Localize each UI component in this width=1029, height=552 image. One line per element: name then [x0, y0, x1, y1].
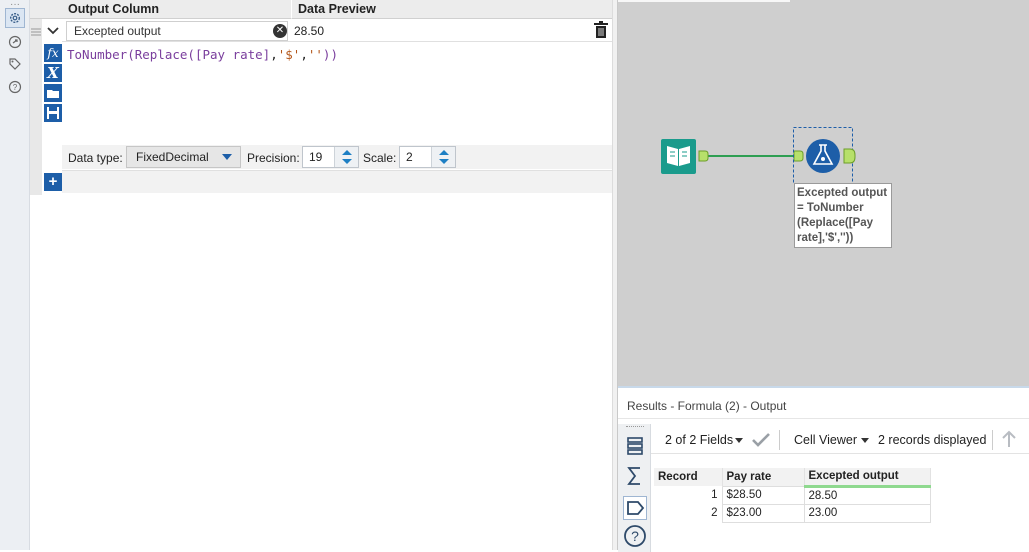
annotation-line: = ToNumber: [797, 202, 864, 214]
expression-close: )): [322, 47, 338, 62]
svg-text:?: ?: [13, 83, 18, 92]
expression-editor[interactable]: ToNumber(Replace([Pay rate],'$','')): [67, 47, 338, 62]
dropdown-arrow-icon[interactable]: [735, 438, 743, 443]
precision-value: 19: [309, 150, 323, 164]
expression-field: [Pay rate]: [194, 47, 271, 62]
formula-tool-icon[interactable]: [806, 139, 840, 173]
tag-icon[interactable]: [5, 54, 25, 74]
data-preview-value: 28.50: [294, 24, 325, 38]
formula-grid: Output Column Data Preview Excepted outp…: [30, 0, 612, 195]
header-output-column: Output Column: [62, 0, 292, 19]
spin-arrows-icon[interactable]: [431, 147, 455, 167]
pay-rate-cell[interactable]: $23.00: [721, 503, 805, 523]
list-view-icon[interactable]: [623, 434, 647, 458]
data-type-value: FixedDecimal: [136, 150, 209, 164]
toolbar-separator: [779, 430, 780, 450]
expression-string: '': [307, 47, 323, 62]
excepted-output-cell[interactable]: 28.50: [803, 485, 931, 505]
summary-icon[interactable]: [623, 464, 647, 488]
results-side-toolbar: ?: [618, 424, 651, 552]
table-row[interactable]: 2 $23.00 23.00: [654, 503, 931, 523]
viewer-selector[interactable]: Cell Viewer: [794, 433, 857, 447]
apply-check-icon[interactable]: [751, 432, 771, 448]
results-title: Results - Formula (2) - Output: [627, 399, 787, 413]
open-folder-icon[interactable]: [44, 84, 62, 102]
collapse-chevron-icon[interactable]: [44, 23, 62, 39]
annotation-line: rate],'$','')): [797, 232, 854, 244]
data-type-dropdown[interactable]: FixedDecimal: [126, 146, 241, 168]
record-count: 2 records displayed: [878, 433, 987, 447]
dropdown-arrow-icon[interactable]: [861, 438, 869, 443]
help-icon[interactable]: ?: [623, 524, 647, 548]
add-formula-button[interactable]: +: [44, 173, 62, 191]
data-view-icon[interactable]: [623, 496, 647, 520]
scroll-top-icon[interactable]: [1001, 430, 1017, 448]
annotation-line: Excepted output: [797, 187, 888, 199]
column-header-pay-rate[interactable]: Pay rate: [722, 468, 805, 486]
formula-output-anchor[interactable]: [843, 148, 856, 164]
toolbar-separator: [992, 430, 993, 450]
functions-icon[interactable]: fx: [44, 44, 62, 62]
record-cell: 1: [711, 489, 718, 501]
results-table: Record Pay rate Excepted output 1 $28.50…: [654, 468, 931, 523]
precision-stepper[interactable]: 19: [302, 146, 359, 168]
add-row-bar: [62, 170, 612, 193]
configuration-icon[interactable]: [5, 8, 25, 28]
save-icon[interactable]: [44, 104, 62, 122]
header-spacer: [30, 0, 62, 19]
dropdown-arrow-icon: [222, 154, 232, 160]
spin-arrows-icon[interactable]: [334, 147, 358, 167]
column-header-excepted-output[interactable]: Excepted output: [804, 468, 931, 488]
results-panel: Results - Formula (2) - Output ? 2 of 2 …: [618, 386, 1029, 552]
left-toolbar: ··· ?: [0, 0, 30, 550]
table-header-row: Record Pay rate Excepted output: [654, 468, 931, 488]
expression-string: '$': [277, 47, 301, 62]
output-anchor[interactable]: [698, 150, 709, 162]
expression-comma: ,: [300, 47, 308, 62]
tool-annotation: Excepted output = ToNumber (Replace([Pay…: [794, 183, 892, 248]
excepted-output-cell[interactable]: 23.00: [803, 503, 931, 523]
fields-selector[interactable]: 2 of 2 Fields: [665, 433, 733, 447]
clear-icon[interactable]: ✕: [273, 24, 287, 38]
data-type-label: Data type:: [68, 151, 123, 165]
precision-label: Precision:: [247, 151, 300, 165]
grip-icon[interactable]: [626, 426, 644, 429]
svg-text:?: ?: [631, 528, 639, 544]
row-divider: [62, 41, 612, 42]
column-header-record[interactable]: Record: [654, 468, 723, 486]
input-anchor[interactable]: [793, 150, 804, 162]
expression-function: ToNumber(: [67, 47, 135, 62]
results-toolbar: 2 of 2 Fields Cell Viewer 2 records disp…: [651, 424, 1029, 454]
data-type-bar: Data type: FixedDecimal Precision: 19 Sc…: [62, 145, 612, 169]
drag-handle-icon[interactable]: [31, 26, 41, 36]
results-divider: [618, 418, 1029, 419]
output-field-name[interactable]: Excepted output: [66, 21, 288, 41]
table-row[interactable]: 1 $28.50 28.50: [654, 485, 931, 505]
pay-rate-cell[interactable]: $28.50: [721, 485, 805, 505]
expression-comma: ,: [270, 47, 278, 62]
expression-function: Replace(: [134, 47, 195, 62]
workflow-canvas[interactable]: Excepted output = ToNumber (Replace([Pay…: [618, 0, 1029, 386]
annotation-line: (Replace([Pay: [797, 217, 874, 229]
connection-progress-icon[interactable]: [5, 32, 25, 52]
scale-stepper[interactable]: 2: [399, 146, 456, 168]
help-icon[interactable]: ?: [5, 77, 25, 97]
scale-value: 2: [406, 150, 413, 164]
record-cell: 2: [711, 507, 718, 519]
header-data-preview: Data Preview: [292, 0, 612, 19]
variables-icon[interactable]: X: [44, 64, 62, 82]
input-data-tool-icon[interactable]: [661, 139, 696, 174]
delete-icon[interactable]: [593, 21, 609, 39]
scale-label: Scale:: [363, 151, 397, 165]
row-gutter: [30, 19, 42, 195]
